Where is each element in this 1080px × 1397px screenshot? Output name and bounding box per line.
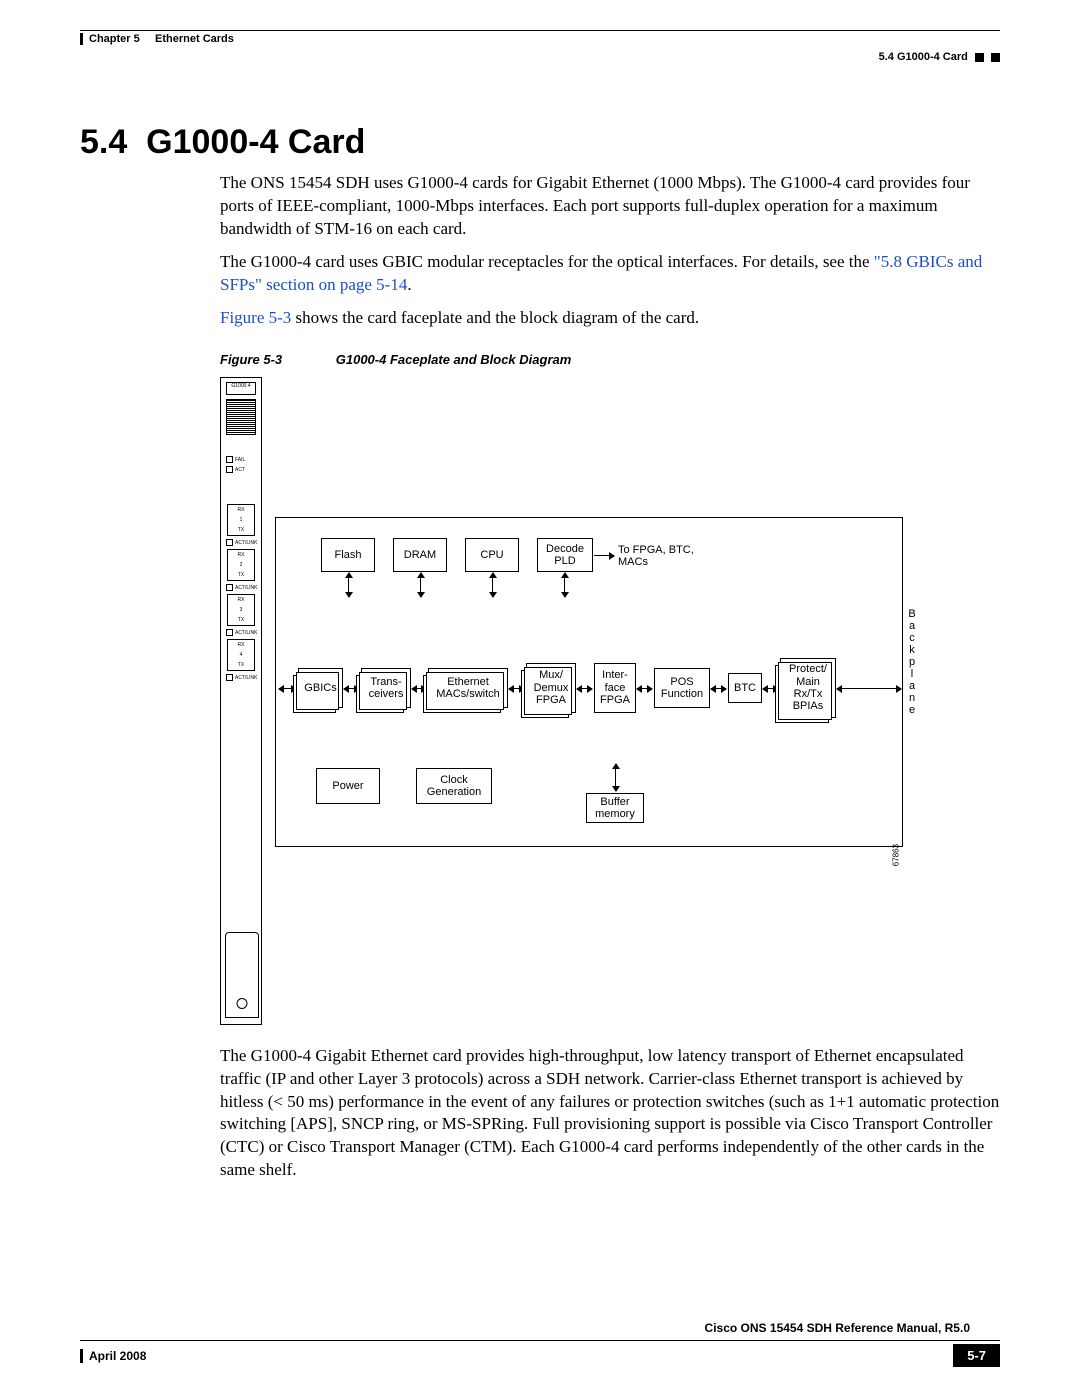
block-diagram: Flash DRAM CPU Decode PLD To FPGA, BTC, … xyxy=(275,517,903,847)
label-backplane: Backplane xyxy=(906,608,918,717)
footer-date: April 2008 xyxy=(80,1349,146,1363)
breadcrumb-text: 5.4 G1000-4 Card xyxy=(879,51,968,63)
para-2b: . xyxy=(407,275,411,294)
block-buffer-memory: Buffer memory xyxy=(586,793,644,823)
port-block: RX 4 TX xyxy=(227,639,255,671)
barcode-icon xyxy=(226,399,256,435)
led-fail: FAIL xyxy=(226,456,261,463)
arrow xyxy=(711,688,726,689)
arrow xyxy=(420,573,421,597)
header-left: Chapter 5 Ethernet Cards xyxy=(80,33,234,45)
led-actlink: ACT/LINK xyxy=(226,629,261,636)
arrow xyxy=(564,573,565,597)
block-marker-icon xyxy=(991,53,1000,62)
figure-label: Figure 5-3 xyxy=(220,352,282,367)
port-block: RX 1 TX xyxy=(227,504,255,536)
page: Chapter 5 Ethernet Cards 5.4 G1000-4 Car… xyxy=(0,0,1080,1397)
para-2a: The G1000-4 card uses GBIC modular recep… xyxy=(220,252,874,271)
port-block: RX 2 TX xyxy=(227,549,255,581)
faceplate: G1000 4 FAIL ACT RX 1 TX ACT/LINK RX 2 T… xyxy=(220,377,262,1025)
block-interface-fpga: Inter- face FPGA xyxy=(594,663,636,713)
eject-handle-icon xyxy=(225,932,259,1018)
block-transceivers: Trans- ceivers xyxy=(361,668,411,708)
block-pos-function: POS Function xyxy=(654,668,710,708)
para-3b: shows the card faceplate and the block d… xyxy=(291,308,699,327)
arrow xyxy=(348,573,349,597)
figure-xref-link[interactable]: Figure 5-3 xyxy=(220,308,291,327)
para-1: The ONS 15454 SDH uses G1000-4 cards for… xyxy=(220,172,1000,241)
arrow xyxy=(594,555,614,556)
body-text: The ONS 15454 SDH uses G1000-4 cards for… xyxy=(220,172,1000,330)
led-actlink: ACT/LINK xyxy=(226,584,261,591)
block-mux-demux-fpga: Mux/ Demux FPGA xyxy=(526,663,576,713)
para-2: The G1000-4 card uses GBIC modular recep… xyxy=(220,251,1000,297)
para-4: The G1000-4 Gigabit Ethernet card provid… xyxy=(220,1045,1000,1183)
arrow xyxy=(492,573,493,597)
chapter-title: Ethernet Cards xyxy=(155,33,234,45)
footer-manual-title: Cisco ONS 15454 SDH Reference Manual, R5… xyxy=(705,1321,970,1335)
arrow xyxy=(615,764,616,791)
figure-title: G1000-4 Faceplate and Block Diagram xyxy=(336,352,572,367)
arrow xyxy=(837,688,901,689)
block-protect-main: Protect/ Main Rx/Tx BPIAs xyxy=(780,658,836,718)
running-header: Chapter 5 Ethernet Cards xyxy=(80,33,1000,45)
section-number: 5.4 xyxy=(80,123,127,161)
chapter-num: Chapter 5 xyxy=(89,33,140,45)
led-actlink: ACT/LINK xyxy=(226,674,261,681)
block-cpu: CPU xyxy=(465,538,519,572)
label-to-fpga: To FPGA, BTC, MACs xyxy=(618,544,708,568)
faceplate-card-label: G1000 4 xyxy=(226,382,256,395)
block-ethernet-mac: Ethernet MACs/switch xyxy=(428,668,508,708)
diagram-id: 67863 xyxy=(891,844,900,866)
block-power: Power xyxy=(316,768,380,804)
section-heading: 5.4 G1000-4 Card xyxy=(80,123,1000,162)
arrow xyxy=(637,688,652,689)
port-block: RX 3 TX xyxy=(227,594,255,626)
breadcrumb: 5.4 G1000-4 Card xyxy=(80,51,1000,63)
section-title: G1000-4 Card xyxy=(146,123,365,161)
block-marker-icon xyxy=(975,53,984,62)
block-flash: Flash xyxy=(321,538,375,572)
footer-page-number: 5-7 xyxy=(953,1344,1000,1367)
body-text-2: The G1000-4 Gigabit Ethernet card provid… xyxy=(220,1045,1000,1183)
footer-rule xyxy=(80,1340,1000,1341)
rule-top xyxy=(80,30,1000,31)
block-clock-gen: Clock Generation xyxy=(416,768,492,804)
block-gbics: GBICs xyxy=(298,668,343,708)
block-dram: DRAM xyxy=(393,538,447,572)
led-actlink: ACT/LINK xyxy=(226,539,261,546)
led-act: ACT xyxy=(226,466,261,473)
figure-area: G1000 4 FAIL ACT RX 1 TX ACT/LINK RX 2 T… xyxy=(220,377,940,1027)
block-decode-pld: Decode PLD xyxy=(537,538,593,572)
para-3: Figure 5-3 shows the card faceplate and … xyxy=(220,307,1000,330)
arrow xyxy=(577,688,592,689)
block-btc: BTC xyxy=(728,673,762,703)
figure-caption: Figure 5-3 G1000-4 Faceplate and Block D… xyxy=(220,352,1000,367)
